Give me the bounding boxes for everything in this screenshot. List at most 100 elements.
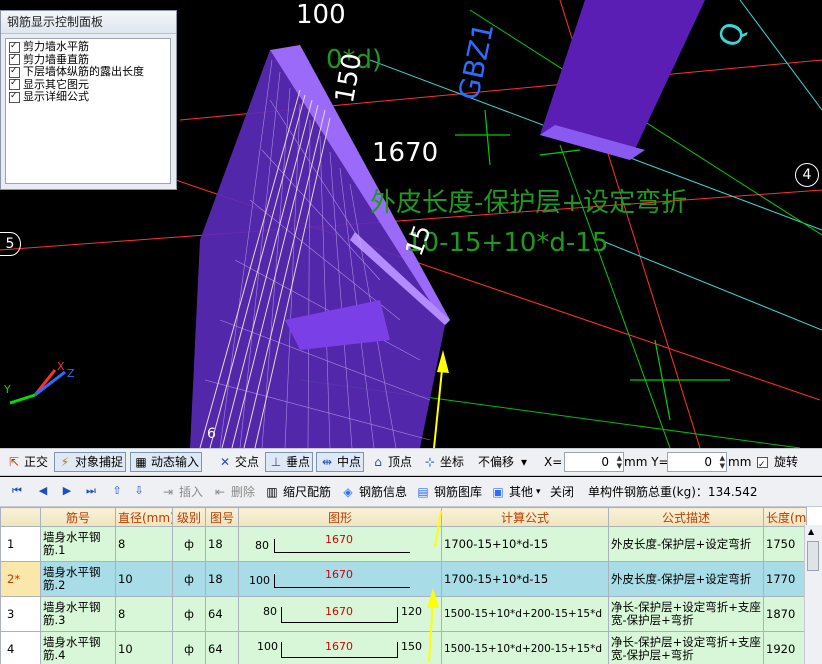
- object-snap-button[interactable]: ⚡ 对象捕捉: [54, 452, 127, 472]
- vertical-scrollbar[interactable]: ▲: [804, 525, 822, 664]
- bar-grade[interactable]: ф: [172, 596, 206, 632]
- bar-length[interactable]: 1870: [763, 596, 807, 632]
- x-label: X=: [544, 455, 563, 469]
- scroll-up-icon[interactable]: ▲: [808, 527, 814, 536]
- option-detailed-formula[interactable]: 显示详细公式: [6, 90, 170, 104]
- bar-shape[interactable]: 80 1670 120: [238, 596, 442, 632]
- bar-name[interactable]: 墙身水平钢筋.3: [40, 596, 116, 632]
- bar-grade[interactable]: ф: [172, 526, 206, 562]
- bar-name[interactable]: 墙身水平钢筋.4: [40, 631, 116, 664]
- offset-select[interactable]: 不偏移 ▾: [476, 452, 534, 472]
- prev-record-icon[interactable]: ◀: [36, 483, 50, 499]
- midpoint-button[interactable]: ⇹ 中点: [316, 452, 365, 472]
- rebar-library-button[interactable]: ▤ 钢筋图库: [415, 482, 482, 502]
- bar-formula[interactable]: 1500-15+10*d+200-15+15*d: [441, 596, 609, 632]
- checkbox-icon[interactable]: [757, 455, 768, 475]
- shape-mid-len: 1670: [325, 640, 353, 653]
- axis-marker-4: 4: [795, 163, 819, 187]
- bar-formula[interactable]: 1700-15+10*d-15: [441, 561, 609, 597]
- last-record-icon[interactable]: ⏭: [84, 483, 98, 499]
- bar-grade[interactable]: ф: [172, 631, 206, 664]
- dynamic-input-button[interactable]: ▦ 动态输入: [130, 452, 203, 472]
- shape-hook: [274, 574, 275, 588]
- other-menu-button[interactable]: ▣ 其他 ▾: [490, 482, 540, 502]
- rebar-info-button[interactable]: ◈ 钢筋信息: [340, 482, 407, 502]
- checkbox-icon[interactable]: [9, 52, 20, 66]
- bar-desc[interactable]: 净长-保护层+设定弯折+支座宽-保护层+弯折: [608, 596, 764, 632]
- coord-label: 坐标: [440, 455, 465, 469]
- table-row[interactable]: 3 墙身水平钢筋.3 8 ф 64 80 1670 120 1500-15+10…: [0, 596, 807, 632]
- delete-icon: ⇤: [214, 485, 226, 499]
- bar-diameter[interactable]: 8: [115, 526, 173, 562]
- coordinate-button[interactable]: ⊹ 坐标: [420, 452, 466, 472]
- col-header-shape[interactable]: 图形: [238, 507, 442, 527]
- shape-line: [274, 552, 410, 553]
- shape-mid-len: 1670: [325, 605, 353, 618]
- label-1670: 1670: [372, 138, 439, 168]
- bar-diameter[interactable]: 10: [115, 631, 173, 664]
- spinner-icon[interactable]: ▲ ▼: [720, 454, 725, 470]
- col-header-figure-no[interactable]: 图号: [205, 507, 239, 527]
- row-index: 2*: [0, 561, 41, 597]
- bar-diameter[interactable]: 8: [115, 596, 173, 632]
- bar-desc[interactable]: 外皮长度-保护层+设定弯折: [608, 561, 764, 597]
- delete-button[interactable]: ⇤ 删除: [212, 482, 255, 502]
- col-header-desc[interactable]: 公式描述: [608, 507, 764, 527]
- scale-rebar-button[interactable]: ▥ 缩尺配筋: [264, 482, 331, 502]
- checkbox-icon[interactable]: [9, 40, 20, 53]
- option-label: 显示详细公式: [23, 90, 89, 104]
- table-row[interactable]: 1 墙身水平钢筋.1 8 ф 18 80 1670 1700-15+10*d-1…: [0, 526, 807, 562]
- perp-label: 垂点: [286, 455, 311, 469]
- bar-name[interactable]: 墙身水平钢筋.2: [40, 561, 116, 597]
- first-record-icon[interactable]: ⏮: [10, 483, 24, 499]
- label-formula: 10-15+10*d-15: [406, 228, 609, 258]
- option-label: 显示其它图元: [23, 77, 89, 91]
- bar-figure-no[interactable]: 64: [205, 631, 239, 664]
- orth-button[interactable]: ⇱ 正交: [4, 452, 50, 472]
- col-header-bar-no[interactable]: 筋号: [40, 507, 116, 527]
- bar-length[interactable]: 1920: [763, 631, 807, 664]
- col-header-grade[interactable]: 级别: [172, 507, 206, 527]
- bar-formula[interactable]: 1500-15+10*d+200-15+15*d: [441, 631, 609, 664]
- insert-button[interactable]: ⇥ 插入: [160, 482, 203, 502]
- scrollbar-thumb[interactable]: [807, 541, 819, 571]
- move-down-icon[interactable]: ⇩: [132, 483, 146, 499]
- checkbox-icon[interactable]: [9, 65, 20, 78]
- bar-shape[interactable]: 100 1670 150: [238, 631, 442, 664]
- grid-line-cyan: [599, 239, 822, 331]
- col-header-diameter[interactable]: 直径(mm): [115, 507, 173, 527]
- table-row[interactable]: 4 墙身水平钢筋.4 10 ф 64 100 1670 150 1500-15+…: [0, 631, 807, 664]
- bar-desc[interactable]: 外皮长度-保护层+设定弯折: [608, 526, 764, 562]
- y-coordinate-input[interactable]: 0 ▲ ▼: [667, 452, 727, 472]
- option-horizontal-rebar[interactable]: 剪力墙水平筋: [6, 40, 170, 54]
- bar-diameter[interactable]: 10: [115, 561, 173, 597]
- col-header-length[interactable]: 长度(m: [763, 507, 807, 527]
- next-record-icon[interactable]: ▶: [60, 483, 74, 499]
- bar-figure-no[interactable]: 18: [205, 526, 239, 562]
- bar-shape[interactable]: 100 1670: [238, 561, 442, 597]
- bar-name[interactable]: 墙身水平钢筋.1: [40, 526, 116, 562]
- rotate-checkbox[interactable]: 旋转: [755, 452, 800, 475]
- shape-hook: [397, 607, 398, 623]
- checkbox-icon[interactable]: [9, 77, 20, 91]
- bar-figure-no[interactable]: 64: [205, 596, 239, 632]
- library-icon: ▤: [417, 485, 429, 499]
- bar-desc[interactable]: 净长-保护层+设定弯折+支座宽-保护层+弯折: [608, 631, 764, 664]
- move-up-icon[interactable]: ⇧: [110, 483, 124, 499]
- close-button[interactable]: 关闭: [550, 482, 574, 502]
- table-arrow: [434, 510, 442, 547]
- table-row-selected[interactable]: 2* 墙身水平钢筋.2 10 ф 18 100 1670 1700-15+10*…: [0, 561, 807, 597]
- bar-length[interactable]: 1770: [763, 561, 807, 597]
- rebar-display-panel[interactable]: 钢筋显示控制面板 剪力墙水平筋 剪力墙垂直筋 下层墙体纵筋的露出长度 显示其它图…: [0, 10, 177, 190]
- bar-length[interactable]: 1750: [763, 526, 807, 562]
- perpendicular-button[interactable]: ⊥ 垂点: [265, 452, 314, 472]
- bar-figure-no[interactable]: 18: [205, 561, 239, 597]
- x-coordinate-input[interactable]: 0 ▲ ▼: [564, 452, 624, 472]
- bar-shape[interactable]: 80 1670: [238, 526, 442, 562]
- intersection-button[interactable]: ✕ 交点: [215, 452, 261, 472]
- panel-title: 钢筋显示控制面板: [1, 11, 176, 34]
- checkbox-icon[interactable]: [9, 90, 20, 103]
- vertex-button[interactable]: ⌂ 顶点: [368, 452, 414, 472]
- option-exposed-length[interactable]: 下层墙体纵筋的露出长度: [6, 65, 170, 79]
- bar-grade[interactable]: ф: [172, 561, 206, 597]
